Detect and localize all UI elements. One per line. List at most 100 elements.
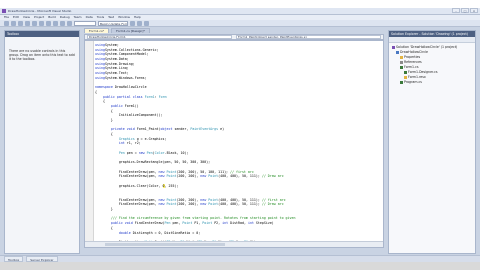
code-token: (200, 200), 50, 100, 111); xyxy=(176,169,229,174)
code-token: (400, 400), 50, 111); xyxy=(218,197,260,202)
project-icon xyxy=(396,51,399,54)
scrollbar-thumb[interactable] xyxy=(105,243,225,246)
paste-icon[interactable] xyxy=(46,20,51,26)
title-bar: DrawHollowCircle - Microsoft Visual Stud… xyxy=(0,8,480,15)
code-token: (400, 400), 50, 111); xyxy=(218,202,260,207)
code-token: DistRad, xyxy=(228,221,248,226)
bottom-letterbox xyxy=(0,262,480,270)
toolbox-title[interactable]: Toolbox xyxy=(5,31,79,37)
undo-icon[interactable] xyxy=(53,20,58,26)
code-token: StepSize) xyxy=(253,221,274,226)
code-token: (200, 200), xyxy=(176,174,201,179)
horizontal-scrollbar[interactable] xyxy=(85,241,383,247)
code-token: { xyxy=(95,108,113,113)
new-project-icon[interactable] xyxy=(4,20,9,26)
code-token: using xyxy=(95,61,105,66)
code-token: Point xyxy=(166,202,177,207)
code-token: // first arc xyxy=(259,197,286,202)
code-token: DrawHollowCircle xyxy=(112,85,147,90)
code-lines: usingSystem; usingSystem.Collections.Gene… xyxy=(95,43,379,247)
code-token: (400, 400), 50, 111); xyxy=(218,174,260,179)
csharp-file-icon xyxy=(404,71,407,74)
code-token: public xyxy=(110,103,123,108)
member-dropdown[interactable]: Form1_Paint(object sender, PaintEventArg… xyxy=(236,35,381,39)
code-token: using xyxy=(95,75,105,80)
standard-toolbar: Begin Update Form xyxy=(0,20,480,27)
code-token: g = e.Graphics; xyxy=(134,136,167,141)
code-token: Point xyxy=(208,174,219,179)
code-token: .Black, 10); xyxy=(164,150,189,155)
code-token: } xyxy=(95,207,113,212)
maximize-button[interactable]: □ xyxy=(461,8,469,13)
tab-form1-cs[interactable]: Form1.cs* xyxy=(84,28,110,33)
save-all-icon[interactable] xyxy=(25,20,30,26)
window-title: DrawHollowCircle - Microsoft Visual Stud… xyxy=(8,9,72,13)
code-token: System.Windows.Forms; xyxy=(104,75,147,80)
code-token: Graphics xyxy=(118,136,135,141)
toolbox-panel: Toolbox There are no usable controls in … xyxy=(4,30,80,254)
save-icon[interactable] xyxy=(18,20,23,26)
close-button[interactable]: × xyxy=(470,8,478,13)
code-token: Form1_Paint( xyxy=(134,127,161,132)
visual-studio-icon xyxy=(2,9,6,13)
code-token: FindCenterDraw(pen, xyxy=(95,169,159,174)
tree-item[interactable]: Program.cs xyxy=(392,80,473,85)
code-token: using xyxy=(95,66,105,71)
find-combo[interactable]: Begin Update Form xyxy=(98,20,128,26)
code-token: // Draw arc xyxy=(259,174,284,179)
code-token: { xyxy=(95,89,97,94)
code-token: , 255); xyxy=(164,183,179,188)
type-dropdown[interactable]: DrawHollowCircle.Form1 xyxy=(87,35,232,39)
visual-studio-window: DrawHollowCircle - Microsoft Visual Stud… xyxy=(0,8,480,262)
toolbox-empty-message: There are no usable controls in this gro… xyxy=(9,49,75,62)
code-token: e) xyxy=(218,127,225,132)
code-token: (200, 200), xyxy=(176,197,201,202)
code-editor[interactable]: usingSystem; usingSystem.Collections.Gene… xyxy=(84,40,384,248)
solution-tree: Solution 'DrawHollowCircle' (1 project) D… xyxy=(389,43,475,85)
code-token: Point xyxy=(208,202,219,207)
resource-file-icon xyxy=(404,76,407,79)
code-token: // Draw arc xyxy=(259,202,284,207)
solution-config-dropdown[interactable] xyxy=(74,20,96,26)
code-token: } xyxy=(95,118,113,122)
solution-explorer-icon[interactable] xyxy=(137,20,142,26)
document-tabs: Form1.cs* Form1.cs [Design]* xyxy=(84,27,384,33)
redo-icon[interactable] xyxy=(60,20,65,26)
code-token: Point xyxy=(166,169,177,174)
code-token: /// Find the circumference by given from… xyxy=(110,216,296,221)
code-token: using xyxy=(95,47,105,52)
tab-form1-design[interactable]: Form1.cs [Design]* xyxy=(111,28,150,33)
tree-item-label: Program.cs xyxy=(404,80,422,84)
references-icon xyxy=(400,61,403,64)
open-file-icon[interactable] xyxy=(11,20,16,26)
code-token: Point xyxy=(166,197,177,202)
properties-icon[interactable] xyxy=(144,20,149,26)
start-debugging-icon[interactable] xyxy=(67,20,72,26)
window-controls: – □ × xyxy=(452,8,478,14)
csharp-file-icon xyxy=(400,81,403,84)
find-icon[interactable] xyxy=(130,20,135,26)
minimize-button[interactable]: – xyxy=(452,8,460,13)
code-token: graphics.Clear(Color, xyxy=(95,183,163,188)
code-token: graphics.DrawRectangle(pen, 50, 50, 300,… xyxy=(95,160,211,165)
editor-margin xyxy=(85,41,94,247)
code-token: pen = xyxy=(124,150,139,155)
code-token: FindCenterDraw(pen, xyxy=(95,174,159,179)
code-token: Form xyxy=(158,94,167,99)
code-token: public partial class xyxy=(102,94,143,99)
code-token: object xyxy=(160,127,173,132)
copy-icon[interactable] xyxy=(39,20,44,26)
code-token: System.Drawing; xyxy=(104,61,135,66)
code-token: using xyxy=(95,71,105,76)
cut-icon[interactable] xyxy=(32,20,37,26)
solution-explorer-title[interactable]: Solution Explorer - Solution 'Drawing' (… xyxy=(389,31,475,37)
